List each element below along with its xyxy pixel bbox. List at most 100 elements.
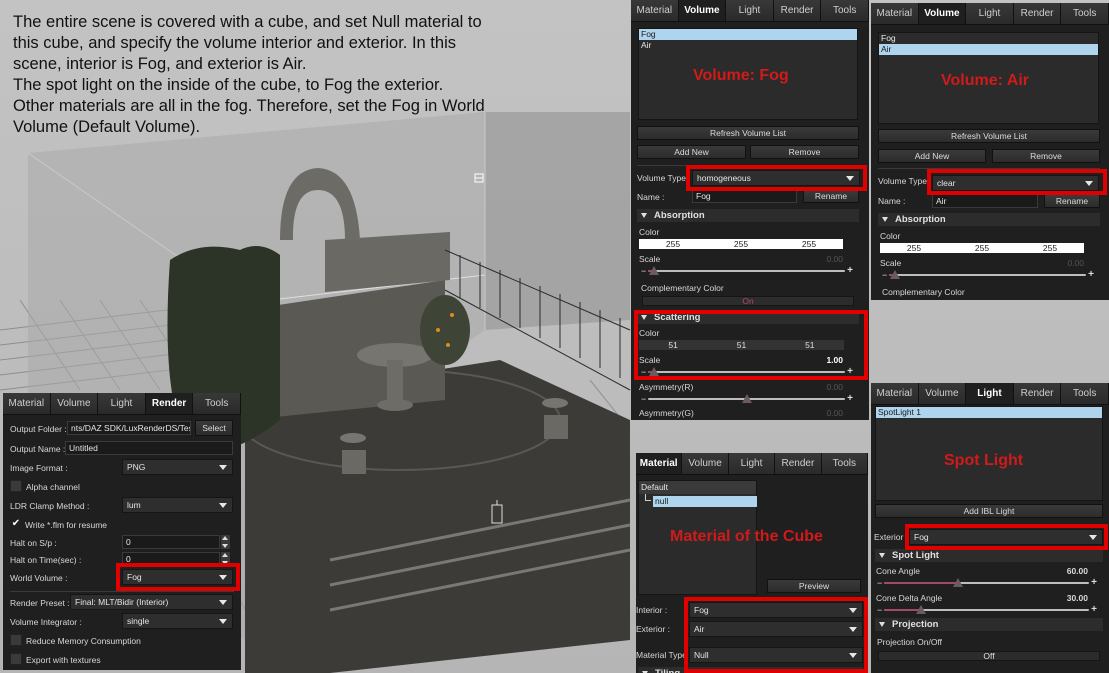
tab-render[interactable]: Render	[773, 0, 822, 21]
tab-light[interactable]: Light	[966, 3, 1014, 24]
tab-volume[interactable]: Volume	[682, 453, 729, 474]
volume-list-item-air[interactable]: Air	[879, 44, 1098, 55]
rename-button[interactable]: Rename	[1044, 194, 1100, 208]
image-format-select[interactable]: PNG	[122, 459, 233, 475]
increment-icon[interactable]: +	[1091, 605, 1097, 615]
remove-volume-button[interactable]: Remove	[992, 149, 1100, 163]
ldr-clamp-select[interactable]: lum	[122, 497, 233, 513]
halt-sp-input[interactable]: 0	[122, 535, 220, 549]
halt-sp-spinner[interactable]	[221, 535, 230, 549]
absorption-section-header[interactable]: Absorption	[878, 213, 1100, 226]
decrement-icon[interactable]: −	[641, 266, 646, 276]
add-new-volume-button[interactable]: Add New	[637, 145, 746, 159]
tab-material[interactable]: Material	[871, 383, 919, 404]
write-flm-checkbox[interactable]: ✔	[10, 518, 22, 530]
increment-icon[interactable]: +	[847, 266, 853, 276]
alpha-channel-checkbox[interactable]	[10, 480, 22, 492]
volume-list-item-fog[interactable]: Fog	[639, 29, 857, 40]
scattering-scale-slider[interactable]: − +	[641, 367, 853, 378]
absorption-color-field[interactable]: 255 255 255	[880, 243, 1084, 253]
volume-name-input[interactable]: Air	[932, 194, 1038, 208]
volume-integrator-select[interactable]: single	[122, 613, 233, 629]
material-type-select[interactable]: Null	[689, 647, 863, 663]
volume-list-item-fog[interactable]: Fog	[879, 33, 1098, 44]
tab-render[interactable]: Render	[775, 453, 822, 474]
tab-render[interactable]: Render	[1013, 3, 1062, 24]
add-ibl-light-button[interactable]: Add IBL Light	[875, 504, 1103, 518]
tab-material[interactable]: Material	[871, 3, 919, 24]
slider-thumb[interactable]	[648, 367, 659, 376]
tab-light[interactable]: Light	[726, 0, 774, 21]
volume-type-select[interactable]: clear	[932, 175, 1099, 191]
preview-button[interactable]: Preview	[767, 579, 861, 593]
increment-icon[interactable]: +	[847, 367, 853, 377]
decrement-icon[interactable]: −	[641, 367, 646, 377]
absorption-section-header[interactable]: Absorption	[637, 209, 859, 222]
spot-light-section-header[interactable]: Spot Light	[875, 549, 1103, 562]
scattering-color-field[interactable]: 51 51 51	[639, 340, 844, 350]
tab-material[interactable]: Material	[3, 393, 51, 414]
remove-volume-button[interactable]: Remove	[750, 145, 859, 159]
select-folder-button[interactable]: Select	[195, 420, 233, 436]
scattering-section-header[interactable]: Scattering	[637, 311, 859, 324]
absorption-scale-slider[interactable]: − +	[641, 266, 853, 277]
tab-tools[interactable]: Tools	[193, 393, 241, 414]
slider-thumb[interactable]	[889, 270, 900, 279]
tab-volume[interactable]: Volume	[918, 383, 967, 404]
projection-toggle[interactable]: Off	[878, 651, 1100, 661]
decrement-icon[interactable]: −	[641, 394, 646, 404]
exterior-select[interactable]: Fog	[909, 529, 1103, 545]
asymmetry-r-slider[interactable]: − +	[641, 394, 853, 405]
tree-item-null[interactable]: null	[653, 496, 757, 507]
tab-light[interactable]: Light	[966, 383, 1014, 404]
slider-thumb[interactable]	[741, 394, 752, 403]
tab-tools[interactable]: Tools	[1061, 383, 1109, 404]
reduce-memory-checkbox[interactable]	[10, 634, 22, 646]
decrement-icon[interactable]: −	[877, 578, 882, 588]
slider-thumb[interactable]	[952, 578, 963, 587]
cone-angle-slider[interactable]: − +	[877, 578, 1097, 589]
render-preset-select[interactable]: Final: MLT/Bidir (Interior)	[70, 594, 233, 610]
halt-time-input[interactable]: 0	[122, 552, 220, 566]
tab-volume[interactable]: Volume	[918, 3, 967, 24]
refresh-volume-list-button[interactable]: Refresh Volume List	[637, 126, 859, 140]
tab-render[interactable]: Render	[145, 393, 194, 414]
export-textures-checkbox[interactable]	[10, 653, 22, 665]
tab-light[interactable]: Light	[98, 393, 146, 414]
world-volume-select[interactable]: Fog	[122, 569, 233, 585]
decrement-icon[interactable]: −	[877, 605, 882, 615]
decrement-icon[interactable]: −	[882, 270, 887, 280]
absorption-scale-slider[interactable]: − +	[882, 270, 1094, 281]
add-new-volume-button[interactable]: Add New	[878, 149, 986, 163]
output-folder-input[interactable]: nts/DAZ SDK/LuxRenderDS/Test	[67, 421, 191, 435]
projection-section-header[interactable]: Projection	[875, 618, 1103, 631]
increment-icon[interactable]: +	[1088, 270, 1094, 280]
tab-tools[interactable]: Tools	[1061, 3, 1109, 24]
tab-render[interactable]: Render	[1013, 383, 1062, 404]
tab-light[interactable]: Light	[728, 453, 776, 474]
tab-tools[interactable]: Tools	[821, 0, 869, 21]
slider-thumb[interactable]	[648, 266, 659, 275]
rename-button[interactable]: Rename	[803, 189, 859, 203]
light-list-item[interactable]: SpotLight 1	[876, 407, 1102, 418]
tiling-section-header[interactable]: Tiling	[638, 667, 863, 673]
tab-tools[interactable]: Tools	[821, 453, 868, 474]
exterior-select[interactable]: Air	[689, 621, 863, 637]
absorption-color-field[interactable]: 255 255 255	[639, 239, 843, 249]
cone-delta-angle-slider[interactable]: − +	[877, 605, 1097, 616]
output-name-input[interactable]: Untitled	[65, 441, 233, 455]
increment-icon[interactable]: +	[1091, 578, 1097, 588]
halt-time-spinner[interactable]	[221, 552, 230, 566]
tab-material[interactable]: Material	[631, 0, 679, 21]
interior-select[interactable]: Fog	[689, 602, 863, 618]
refresh-volume-list-button[interactable]: Refresh Volume List	[878, 129, 1100, 143]
tab-volume[interactable]: Volume	[678, 0, 727, 21]
volume-type-select[interactable]: homogeneous	[692, 170, 860, 186]
slider-thumb[interactable]	[915, 605, 926, 614]
tab-volume[interactable]: Volume	[50, 393, 99, 414]
tab-material[interactable]: Material	[636, 453, 683, 474]
tree-root-default[interactable]: Default	[639, 481, 756, 494]
complementary-color-toggle[interactable]: On	[642, 296, 854, 306]
volume-name-input[interactable]: Fog	[692, 189, 797, 203]
volume-list-item-air[interactable]: Air	[639, 40, 857, 51]
